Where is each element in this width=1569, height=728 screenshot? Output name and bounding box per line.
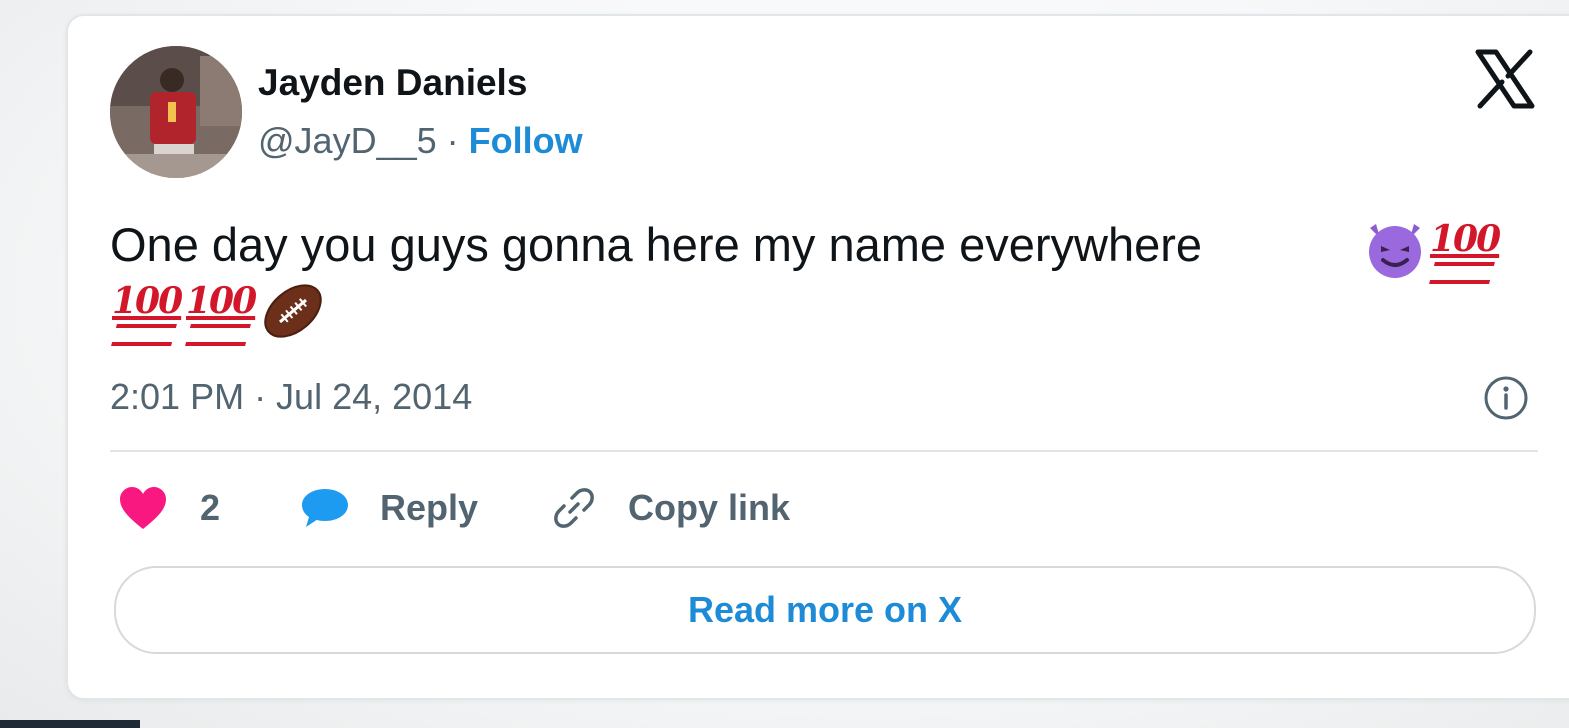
hundred-points-emoji-icon: 100 (110, 280, 184, 346)
author-avatar[interactable] (110, 46, 242, 178)
handle-separator: · (446, 120, 459, 161)
like-count: 2 (200, 487, 221, 528)
hundred-points-emoji-icon: 100 (1428, 218, 1502, 284)
screen-background: Jayden Daniels @JayD__5 · Follow One day… (0, 0, 1569, 728)
copy-link-label: Copy link (628, 487, 791, 528)
reply-button[interactable]: Reply (300, 478, 478, 538)
screen-corner-bar (0, 720, 140, 728)
x-logo-icon[interactable] (1474, 48, 1536, 110)
like-button[interactable]: 2 (118, 478, 220, 538)
copy-link-button[interactable]: Copy link (550, 478, 790, 538)
author-handle[interactable]: @JayD__5 (258, 120, 437, 161)
hundred-points-emoji-icon: 100 (184, 280, 258, 346)
smiling-imp-emoji-icon (1369, 224, 1421, 278)
tweet-emoji-line: 100 100 (110, 276, 328, 346)
reply-label: Reply (380, 487, 479, 528)
info-icon[interactable] (1482, 374, 1530, 422)
link-icon (554, 488, 594, 528)
reply-bubble-icon (302, 489, 348, 527)
tweet-text: One day you guys gonna here my name ever… (110, 218, 1203, 271)
author-handle-line: @JayD__5 · Follow (258, 120, 583, 162)
actions-divider (110, 450, 1538, 452)
follow-link[interactable]: Follow (469, 120, 583, 161)
american-football-emoji-icon (264, 284, 322, 338)
heart-icon (120, 487, 166, 529)
tweet-emoji-inline: 100 (1362, 214, 1502, 284)
read-more-label: Read more on X (687, 589, 963, 630)
tweet-timestamp[interactable]: 2:01 PM · Jul 24, 2014 (110, 376, 472, 418)
author-name[interactable]: Jayden Daniels (258, 62, 527, 104)
read-more-button[interactable]: Read more on X (114, 566, 1536, 654)
